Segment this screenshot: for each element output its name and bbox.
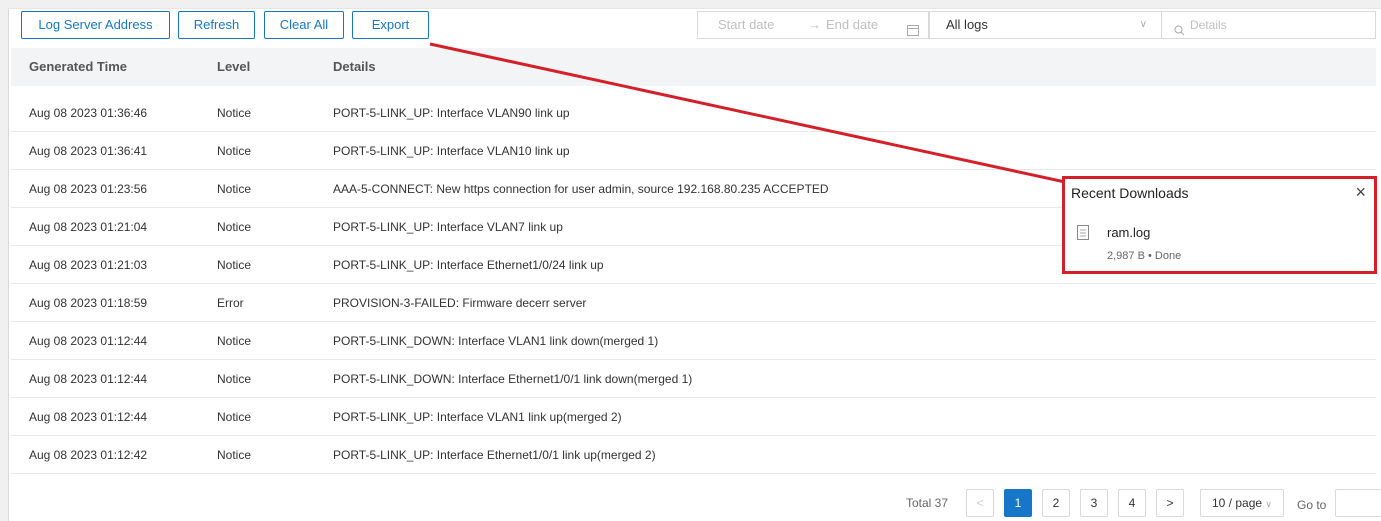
row-time: Aug 08 2023 01:18:59 [29, 296, 148, 310]
table-row[interactable]: Aug 08 2023 01:18:59 Error PROVISION-3-F… [11, 284, 1376, 322]
row-level: Notice [217, 258, 252, 272]
pagination-page-3[interactable]: 3 [1080, 489, 1108, 517]
chevron-down-icon: ∨ [1139, 19, 1147, 30]
row-level: Notice [217, 448, 252, 462]
range-arrow-icon: → [808, 17, 821, 32]
row-time: Aug 08 2023 01:23:56 [29, 182, 148, 196]
log-type-value: All logs [946, 17, 988, 32]
search-icon [1174, 19, 1185, 45]
row-time: Aug 08 2023 01:12:44 [29, 334, 148, 348]
goto-page-input[interactable] [1335, 489, 1381, 517]
recent-downloads-panel: Recent Downloads × ram.log 2,987 B • Don… [1062, 176, 1377, 274]
log-server-address-button[interactable]: Log Server Address [21, 11, 170, 39]
search-placeholder: Details [1190, 18, 1227, 32]
pagination-next-button[interactable]: > [1156, 489, 1184, 517]
goto-label: Go to [1297, 498, 1327, 512]
start-date-input[interactable]: Start date [718, 12, 774, 38]
table-header: Generated Time Level Details [11, 48, 1376, 86]
chevron-down-icon: ∨ [1265, 499, 1272, 509]
row-details: PORT-5-LINK_UP: Interface VLAN90 link up [333, 106, 570, 120]
row-level: Notice [217, 106, 252, 120]
row-time: Aug 08 2023 01:21:03 [29, 258, 148, 272]
row-details: PORT-5-LINK_UP: Interface VLAN1 link up(… [333, 410, 622, 424]
row-details: PORT-5-LINK_UP: Interface VLAN7 link up [333, 220, 563, 234]
pagination-page-4[interactable]: 4 [1118, 489, 1146, 517]
row-details: PORT-5-LINK_DOWN: Interface Ethernet1/0/… [333, 372, 693, 386]
page-size-select[interactable]: 10 / page ∨ [1200, 489, 1284, 517]
pagination-page-1[interactable]: 1 [1004, 489, 1032, 517]
refresh-button[interactable]: Refresh [178, 11, 255, 39]
table-row[interactable]: Aug 08 2023 01:12:42 Notice PORT-5-LINK_… [11, 436, 1376, 474]
row-time: Aug 08 2023 01:36:46 [29, 106, 148, 120]
row-details: PORT-5-LINK_UP: Interface Ethernet1/0/24… [333, 258, 604, 272]
date-range-picker[interactable]: Start date → End date [697, 11, 929, 39]
row-time: Aug 08 2023 01:12:44 [29, 410, 148, 424]
row-details: PORT-5-LINK_UP: Interface Ethernet1/0/1 … [333, 448, 656, 462]
row-time: Aug 08 2023 01:36:41 [29, 144, 148, 158]
row-level: Error [217, 296, 244, 310]
row-level: Notice [217, 334, 252, 348]
row-level: Notice [217, 182, 252, 196]
page-size-value: 10 / page [1212, 496, 1263, 510]
export-button[interactable]: Export [352, 11, 429, 39]
row-level: Notice [217, 144, 252, 158]
log-type-select[interactable]: All logs ∨ [929, 11, 1162, 39]
row-details: PORT-5-LINK_UP: Interface VLAN10 link up [333, 144, 570, 158]
download-file-name[interactable]: ram.log [1107, 225, 1150, 240]
end-date-input[interactable]: End date [826, 12, 878, 38]
table-row[interactable]: Aug 08 2023 01:12:44 Notice PORT-5-LINK_… [11, 398, 1376, 436]
row-details: AAA-5-CONNECT: New https connection for … [333, 182, 829, 196]
row-time: Aug 08 2023 01:12:44 [29, 372, 148, 386]
column-header-level[interactable]: Level [217, 48, 250, 86]
calendar-icon [907, 19, 919, 45]
pagination-page-2[interactable]: 2 [1042, 489, 1070, 517]
row-details: PORT-5-LINK_DOWN: Interface VLAN1 link d… [333, 334, 659, 348]
clear-all-button[interactable]: Clear All [264, 11, 344, 39]
row-level: Notice [217, 372, 252, 386]
close-icon[interactable]: × [1355, 182, 1366, 203]
table-row[interactable]: Aug 08 2023 01:12:44 Notice PORT-5-LINK_… [11, 322, 1376, 360]
pagination-prev-button[interactable]: < [966, 489, 994, 517]
row-time: Aug 08 2023 01:21:04 [29, 220, 148, 234]
download-file-status: 2,987 B • Done [1107, 250, 1182, 262]
table-row[interactable]: Aug 08 2023 01:36:46 Notice PORT-5-LINK_… [11, 94, 1376, 132]
row-details: PROVISION-3-FAILED: Firmware decerr serv… [333, 296, 587, 310]
row-level: Notice [217, 410, 252, 424]
recent-downloads-title: Recent Downloads [1071, 185, 1189, 201]
pagination-total: Total 37 [906, 496, 949, 510]
row-level: Notice [217, 220, 252, 234]
column-header-details[interactable]: Details [333, 48, 376, 86]
row-time: Aug 08 2023 01:12:42 [29, 448, 148, 462]
table-row[interactable]: Aug 08 2023 01:36:41 Notice PORT-5-LINK_… [11, 132, 1376, 170]
column-header-time[interactable]: Generated Time [29, 48, 127, 86]
table-row[interactable]: Aug 08 2023 01:12:44 Notice PORT-5-LINK_… [11, 360, 1376, 398]
details-search-input[interactable]: Details [1161, 11, 1376, 39]
file-icon [1077, 225, 1089, 245]
